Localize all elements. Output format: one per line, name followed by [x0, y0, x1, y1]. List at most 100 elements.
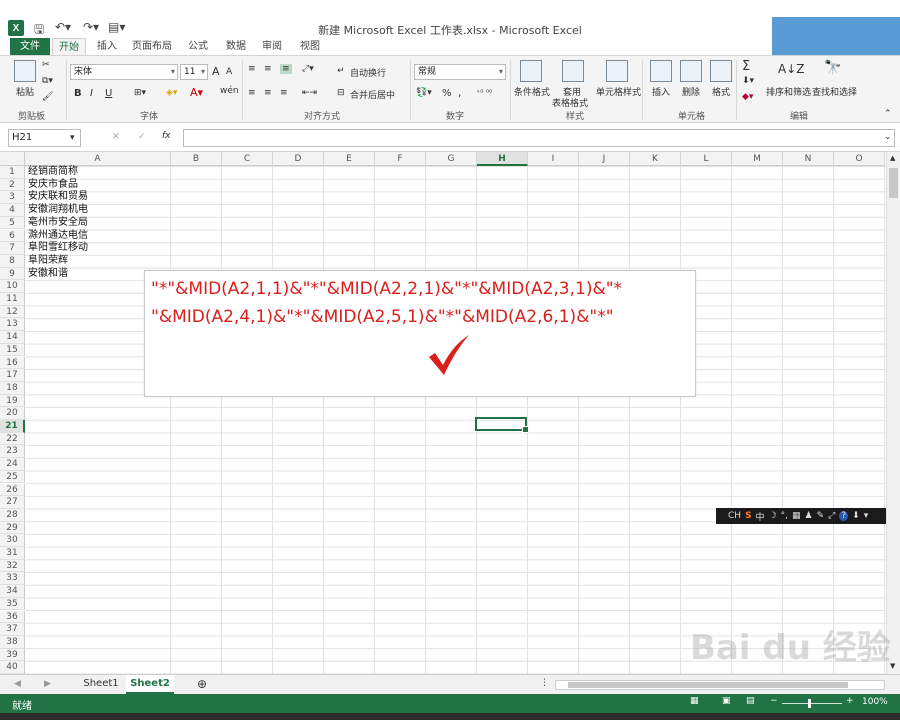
insert-cells-icon[interactable] — [650, 60, 672, 82]
cell-a2[interactable]: 安庆市食品 — [28, 179, 78, 192]
row-header-32[interactable]: 32 — [0, 559, 25, 573]
row-header-8[interactable]: 8 — [0, 254, 25, 268]
row-header-23[interactable]: 23 — [0, 445, 25, 459]
align-left-icon[interactable]: ≡ — [248, 88, 256, 98]
enter-icon[interactable]: ✓ — [138, 132, 146, 142]
format-table-icon[interactable] — [562, 60, 584, 82]
merge-center-button[interactable]: 合并后居中 — [350, 88, 395, 101]
next-sheet-icon[interactable]: ▶ — [44, 679, 51, 689]
row-header-30[interactable]: 30 — [0, 534, 25, 547]
sort-filter-button[interactable]: 排序和筛选 — [766, 85, 811, 98]
ime-more-icon[interactable]: ▾ — [864, 511, 869, 521]
vertical-scroll-thumb[interactable] — [889, 168, 898, 198]
collapse-ribbon-icon[interactable]: ⌃ — [884, 109, 892, 119]
row-header-11[interactable]: 11 — [0, 293, 25, 306]
insert-cells-button[interactable]: 插入 — [652, 85, 670, 98]
tab-data[interactable]: 数据 — [220, 38, 252, 55]
align-middle-icon[interactable]: ≡ — [264, 64, 272, 74]
cell-a6[interactable]: 滁州通达电信 — [28, 230, 88, 243]
ime-user-icon[interactable]: ♟ — [805, 511, 813, 521]
tab-formulas[interactable]: 公式 — [182, 38, 214, 55]
ime-mic-icon[interactable]: ⬇ — [852, 511, 860, 521]
align-bottom-icon[interactable]: ≡ — [280, 64, 292, 74]
column-header-a[interactable]: A — [25, 152, 171, 166]
row-header-33[interactable]: 33 — [0, 572, 25, 586]
font-size-combo[interactable]: 11 — [180, 64, 208, 80]
column-header-d[interactable]: D — [273, 152, 324, 166]
tab-file[interactable]: 文件 — [10, 38, 50, 55]
zoom-slider-thumb[interactable] — [808, 699, 811, 708]
select-all-corner[interactable] — [0, 152, 25, 166]
row-header-6[interactable]: 6 — [0, 229, 25, 243]
align-center-icon[interactable]: ≡ — [264, 88, 272, 98]
bold-button[interactable]: B — [74, 88, 82, 99]
sheet-tab-sheet1[interactable]: Sheet1 — [78, 675, 124, 694]
column-header-l[interactable]: L — [681, 152, 732, 166]
cancel-icon[interactable]: ✕ — [112, 132, 120, 142]
cell-a8[interactable]: 阜阳荣辉 — [28, 255, 68, 268]
prev-sheet-icon[interactable]: ◀ — [14, 679, 21, 689]
find-select-button[interactable]: 查找和选择 — [812, 85, 857, 98]
row-header-1[interactable]: 1 — [0, 166, 25, 179]
row-header-14[interactable]: 14 — [0, 331, 25, 344]
ime-chinese-icon[interactable]: 中 — [756, 510, 765, 523]
wrap-text-button[interactable]: 自动换行 — [350, 66, 386, 79]
merge-center-icon[interactable]: ⊟ — [337, 88, 345, 98]
row-header-19[interactable]: 19 — [0, 394, 25, 408]
phonetic-button[interactable]: wén — [220, 86, 239, 96]
row-header-34[interactable]: 34 — [0, 585, 25, 598]
column-header-o[interactable]: O — [834, 152, 885, 166]
sogou-icon[interactable]: S — [745, 511, 751, 521]
format-painter-icon[interactable]: 🖌 — [42, 92, 53, 102]
column-header-h[interactable]: H — [477, 152, 528, 166]
row-header-40[interactable]: 40 — [0, 661, 25, 674]
cell-a4[interactable]: 安徽润翔机电 — [28, 204, 88, 217]
copy-icon[interactable]: ⧉▾ — [42, 76, 53, 86]
scroll-up-icon[interactable]: ▲ — [890, 154, 895, 162]
worksheet-grid[interactable]: ABCDEFGHIJKLMNO 1 2 3 4 5 6 7 8 9 10 11 12 13 14 15 16 1… — [0, 152, 886, 674]
delete-cells-icon[interactable] — [680, 60, 702, 82]
clear-icon[interactable]: ◆▾ — [742, 92, 753, 102]
ime-punct-icon[interactable]: °, — [781, 511, 788, 521]
paste-icon[interactable] — [14, 60, 36, 82]
name-box-dropdown-icon[interactable]: ▾ — [70, 133, 75, 143]
find-select-icon[interactable]: 🔭 — [824, 60, 841, 76]
tab-page-layout[interactable]: 页面布局 — [128, 38, 176, 55]
ime-expand-icon[interactable]: ⤢ — [828, 511, 835, 521]
row-header-28[interactable]: 28 — [0, 508, 25, 522]
row-header-38[interactable]: 38 — [0, 635, 25, 649]
row-header-3[interactable]: 3 — [0, 191, 25, 205]
formula-input[interactable] — [183, 129, 895, 147]
cell-styles-button[interactable]: 单元格样式 — [596, 85, 641, 98]
wrap-text-icon[interactable]: ↵ — [337, 66, 345, 76]
tab-home[interactable]: 开始 — [52, 38, 86, 55]
row-header-13[interactable]: 13 — [0, 318, 25, 332]
vertical-scrollbar[interactable]: ▲ ▼ — [886, 152, 900, 674]
column-header-e[interactable]: E — [324, 152, 375, 166]
ime-wrench-icon[interactable]: ✎ — [817, 511, 825, 521]
indent-icon[interactable]: ⇤⇥ — [302, 88, 317, 98]
autosum-icon[interactable]: Σ — [742, 59, 750, 74]
page-layout-view-icon[interactable]: ▣ — [722, 696, 731, 706]
tab-insert[interactable]: 插入 — [90, 38, 124, 55]
row-header-16[interactable]: 16 — [0, 356, 25, 370]
zoom-out-icon[interactable]: − — [770, 696, 778, 706]
accounting-icon[interactable]: 💱▾ — [416, 88, 432, 98]
row-header-29[interactable]: 29 — [0, 521, 25, 535]
cell-a1[interactable]: 经销商简称 — [28, 166, 78, 179]
sheet-tab-sheet2[interactable]: Sheet2 — [126, 675, 174, 694]
row-header-21[interactable]: 21 — [0, 420, 25, 433]
row-header-4[interactable]: 4 — [0, 204, 25, 217]
ime-help-icon[interactable]: ? — [839, 511, 849, 521]
row-header-17[interactable]: 17 — [0, 369, 25, 382]
font-color-icon[interactable]: A▾ — [190, 86, 203, 99]
scroll-down-icon[interactable]: ▼ — [890, 662, 895, 670]
insert-function-icon[interactable]: fx — [162, 131, 171, 141]
column-header-m[interactable]: M — [732, 152, 783, 166]
column-header-j[interactable]: J — [579, 152, 630, 166]
row-header-37[interactable]: 37 — [0, 623, 25, 636]
row-header-20[interactable]: 20 — [0, 407, 25, 420]
column-header-b[interactable]: B — [171, 152, 222, 166]
align-top-icon[interactable]: ≡ — [248, 64, 256, 74]
row-header-10[interactable]: 10 — [0, 280, 25, 293]
